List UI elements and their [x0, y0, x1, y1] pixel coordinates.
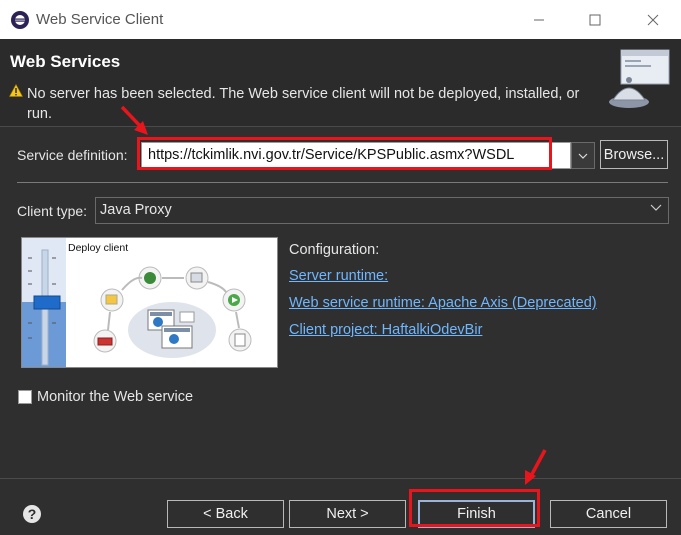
- configuration-title: Configuration:: [289, 242, 380, 258]
- header-separator: [0, 126, 681, 127]
- browse-button[interactable]: Browse...: [600, 140, 668, 169]
- chevron-down-icon: [578, 153, 588, 159]
- next-button[interactable]: Next >: [289, 500, 406, 528]
- monitor-checkbox-label[interactable]: Monitor the Web service: [37, 389, 193, 405]
- client-project-link[interactable]: Client project: HaftalkiOdevBir: [289, 322, 482, 338]
- maximize-icon[interactable]: [575, 6, 615, 34]
- chevron-down-icon: [650, 204, 662, 211]
- server-runtime-link[interactable]: Server runtime:: [289, 268, 388, 284]
- help-icon[interactable]: ?: [22, 504, 42, 524]
- section-divider: [17, 182, 668, 183]
- svg-text:?: ?: [28, 506, 37, 522]
- deployment-slider-graphic: Deploy client: [22, 238, 252, 367]
- warning-message: No server has been selected. The Web ser…: [27, 86, 580, 122]
- deploy-client-diagram: Deploy client: [21, 237, 278, 368]
- annotation-highlight-box: [409, 489, 540, 527]
- service-definition-label: Service definition:: [17, 147, 128, 163]
- window-title: Web Service Client: [36, 11, 164, 28]
- title-bar: Web Service Client: [0, 0, 681, 39]
- wizard-header: Web Services No server has been selected…: [0, 39, 681, 126]
- client-type-value: Java Proxy: [100, 202, 172, 218]
- eclipse-app-icon: [11, 11, 29, 29]
- minimize-icon[interactable]: [519, 6, 559, 34]
- cancel-button[interactable]: Cancel: [550, 500, 667, 528]
- client-type-label: Client type:: [17, 203, 88, 219]
- diagram-caption: Deploy client: [68, 242, 128, 254]
- annotation-highlight-box: [137, 137, 552, 170]
- page-title: Web Services: [10, 52, 121, 71]
- close-icon[interactable]: [633, 6, 673, 34]
- annotation-arrow-icon: [525, 449, 547, 485]
- back-button[interactable]: < Back: [167, 500, 284, 528]
- warning-icon: [9, 84, 23, 97]
- web-service-runtime-link[interactable]: Web service runtime: Apache Axis (Deprec…: [289, 295, 597, 311]
- client-type-select[interactable]: Java Proxy: [95, 197, 669, 224]
- footer-separator: [0, 478, 681, 479]
- wizard-banner-icon: [609, 49, 670, 108]
- annotation-arrow-icon: [120, 105, 148, 135]
- monitor-checkbox[interactable]: [18, 390, 32, 404]
- service-definition-dropdown[interactable]: [571, 142, 595, 169]
